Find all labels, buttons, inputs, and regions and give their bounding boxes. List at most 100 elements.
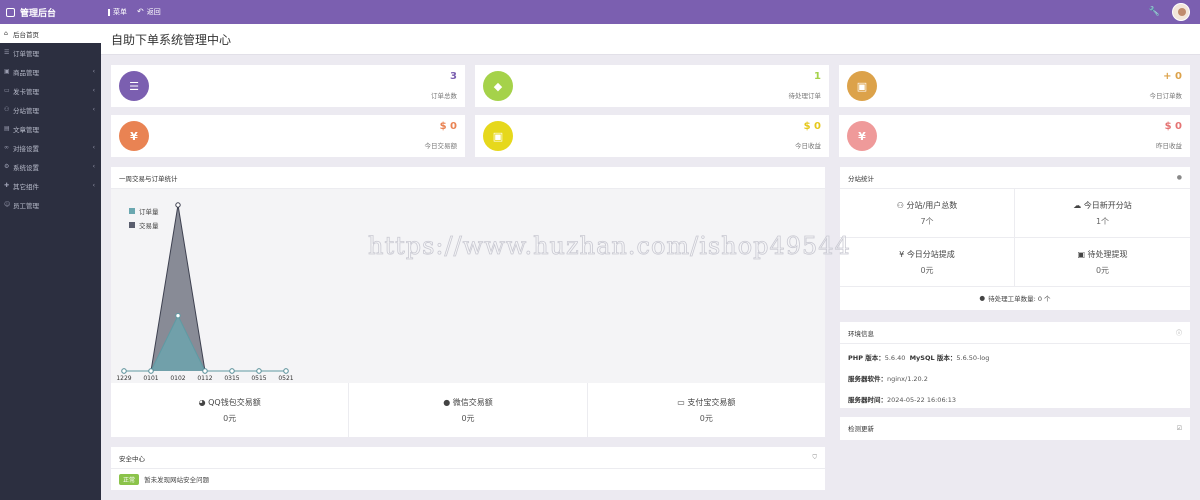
stat-total-orders[interactable]: ☰ 3 订单总数 bbox=[111, 65, 465, 107]
weekly-stats-panel: 一周交易与订单统计 1229 0101 0102 0112 0315 0515 0521 订… bbox=[111, 167, 825, 437]
panel-header: 检测更新 ☑ bbox=[840, 417, 1190, 439]
panel-header: 安全中心 ⛉ bbox=[111, 447, 825, 469]
sidebar-item-label: 订单管理 bbox=[13, 49, 39, 58]
yen-icon: ¥ bbox=[119, 121, 149, 151]
sub-label: 今日新开分站 bbox=[1083, 200, 1132, 210]
circle-icon[interactable]: ● bbox=[1177, 174, 1182, 181]
back-label: 返回 bbox=[146, 8, 161, 16]
env-time: 服务器时间：2024-05-22 16:06:13 bbox=[848, 394, 956, 404]
chevron-left-icon: ‹ bbox=[92, 182, 95, 189]
ticket-count[interactable]: ● 待处理工单数量: 0 个 bbox=[840, 287, 1190, 309]
payment-value: 0元 bbox=[699, 413, 713, 423]
stat-label: 订单总数 bbox=[431, 92, 457, 100]
legend-item[interactable]: 交易量 bbox=[129, 220, 159, 230]
ticket-label: 待处理工单数量: 0 个 bbox=[988, 295, 1051, 303]
gear-icon: ⚙ bbox=[4, 163, 10, 170]
sub-label: 分站/用户总数 bbox=[906, 200, 958, 210]
server-value: nginx/1.20.2 bbox=[887, 375, 928, 383]
chart-svg: 1229 0101 0102 0112 0315 0515 0521 bbox=[116, 202, 294, 382]
sidebar-item-docking[interactable]: ∞ 对接设置 ‹ bbox=[0, 138, 101, 157]
php-value: 5.6.40 bbox=[884, 354, 906, 362]
sub-value: 0元 bbox=[920, 265, 934, 275]
back-button[interactable]: ↶ 返回 bbox=[137, 7, 161, 17]
stat-label: 今日交易额 bbox=[424, 142, 458, 150]
sub-label: 今日分站提成 bbox=[906, 249, 955, 259]
wrench-icon[interactable]: 🔧 bbox=[1149, 7, 1160, 17]
card-icon: ▭ bbox=[4, 87, 10, 94]
weekly-chart: 1229 0101 0102 0112 0315 0515 0521 订单量 交易量 bbox=[111, 189, 825, 383]
sidebar-item-system[interactable]: ⚙ 系统设置 ‹ bbox=[0, 157, 101, 176]
sidebar-item-components[interactable]: ✚ 其它组件 ‹ bbox=[0, 176, 101, 195]
sidebar-item-products[interactable]: ▣ 商品管理 ‹ bbox=[0, 62, 101, 81]
sidebar-item-label: 后台首页 bbox=[13, 30, 39, 39]
payment-value: 0元 bbox=[461, 413, 475, 423]
stat-pending-orders[interactable]: ◆ 1 待处理订单 bbox=[475, 65, 829, 107]
sitemap-icon: ⚇ bbox=[896, 200, 907, 210]
alipay-cell: ▭ 支付宝交易额 0元 bbox=[588, 383, 825, 437]
status-badge: 正常 bbox=[119, 474, 140, 485]
qq-wallet-cell: ◕ QQ钱包交易额 0元 bbox=[111, 383, 350, 437]
user-icon: ☺ bbox=[4, 201, 11, 208]
top-right: 🔧 bbox=[1149, 3, 1200, 21]
stat-today-volume[interactable]: ¥ $ 0 今日交易额 bbox=[111, 115, 465, 157]
brand-title: 管理后台 bbox=[20, 8, 57, 19]
env-php-mysql: PHP 版本：5.6.40 MySQL 版本：5.6.50-log bbox=[848, 352, 989, 362]
sidebar-item-cards[interactable]: ▭ 发卡管理 ‹ bbox=[0, 81, 101, 100]
page-header: 自助下单系统管理中心 bbox=[101, 24, 1200, 55]
env-server: 服务器软件：nginx/1.20.2 bbox=[848, 373, 928, 383]
sidebar-item-label: 对接设置 bbox=[13, 144, 39, 153]
x-tick-label: 1229 bbox=[116, 375, 131, 382]
menu-label: 菜单 bbox=[113, 8, 127, 16]
sidebar-item-home[interactable]: ⌂ 后台首页 bbox=[0, 24, 101, 43]
sidebar-item-articles[interactable]: ▤ 文章管理 bbox=[0, 119, 101, 138]
stat-value: $ 0 bbox=[803, 121, 821, 132]
sitemap-icon: ⚇ bbox=[4, 106, 10, 113]
stat-today-orders[interactable]: ▣ + 0 今日订单数 bbox=[839, 65, 1190, 107]
payment-label: 微信交易额 bbox=[452, 397, 493, 407]
menu-toggle-button[interactable]: 菜单 bbox=[108, 7, 127, 17]
security-panel: 安全中心 ⛉ 正常 暂未发现网站安全问题 bbox=[111, 447, 825, 490]
stat-today-income[interactable]: ▣ $ 0 今日收益 bbox=[475, 115, 829, 157]
legend-label: 交易量 bbox=[139, 222, 159, 230]
environment-panel: 环境信息 ⓘ PHP 版本：5.6.40 MySQL 版本：5.6.50-log… bbox=[840, 322, 1190, 408]
info-icon: ⓘ bbox=[1175, 330, 1182, 337]
doc-icon: ▤ bbox=[4, 125, 10, 132]
payment-label: QQ钱包交易额 bbox=[208, 397, 261, 407]
brand[interactable]: 管理后台 bbox=[0, 0, 101, 24]
payment-value: 0元 bbox=[223, 413, 237, 423]
sidebar-item-staff[interactable]: ☺ 员工管理 bbox=[0, 195, 101, 214]
briefcase-icon: ▣ bbox=[847, 71, 877, 101]
sidebar: ⌂ 后台首页 ☰ 订单管理 ▣ 商品管理 ‹ ▭ 发卡管理 ‹ ⚇ 分站管理 ‹… bbox=[0, 24, 101, 500]
chevron-left-icon: ‹ bbox=[92, 68, 95, 75]
sidebar-item-label: 发卡管理 bbox=[13, 87, 39, 96]
chart-legend: 订单量 交易量 bbox=[129, 206, 159, 234]
money-icon: ▣ bbox=[1077, 249, 1088, 259]
panel-header: 分站统计 ● bbox=[840, 167, 1190, 189]
credit-card-icon: ▭ bbox=[677, 397, 688, 407]
x-tick-label: 0102 bbox=[170, 375, 185, 382]
panel-title: 安全中心 bbox=[119, 454, 145, 463]
substation-withdraw-cell: ▣ 待处理提现 0元 bbox=[1015, 238, 1190, 287]
substation-total-cell: ⚇ 分站/用户总数 7个 bbox=[840, 189, 1015, 238]
stat-yesterday-income[interactable]: ¥ $ 0 昨日收益 bbox=[839, 115, 1190, 157]
sidebar-item-label: 商品管理 bbox=[13, 68, 39, 77]
time-value: 2024-05-22 16:06:13 bbox=[887, 396, 957, 404]
avatar[interactable] bbox=[1172, 3, 1190, 21]
legend-item[interactable]: 订单量 bbox=[129, 206, 159, 216]
sidebar-item-orders[interactable]: ☰ 订单管理 bbox=[0, 43, 101, 62]
checkbox-icon[interactable]: ☑ bbox=[1177, 425, 1182, 432]
data-point bbox=[175, 312, 181, 319]
panel-title: 检测更新 bbox=[848, 425, 874, 433]
payment-summary: ◕ QQ钱包交易额 0元 ● 微信交易额 0元 ▭ 支付宝交易额 0元 bbox=[111, 383, 825, 437]
series-line-0 bbox=[124, 314, 286, 372]
yen-icon: ¥ bbox=[899, 249, 907, 259]
stat-label: 待处理订单 bbox=[788, 92, 822, 100]
data-point bbox=[229, 368, 235, 374]
sidebar-item-substations[interactable]: ⚇ 分站管理 ‹ bbox=[0, 100, 101, 119]
data-point bbox=[175, 202, 181, 208]
yen-icon: ¥ bbox=[847, 121, 877, 151]
top-nav: 菜单 ↶ 返回 bbox=[101, 7, 161, 17]
substation-commission-cell: ¥ 今日分站提成 0元 bbox=[840, 238, 1015, 287]
back-arrow-icon: ↶ bbox=[137, 7, 144, 16]
briefcase-icon: ▣ bbox=[483, 121, 513, 151]
